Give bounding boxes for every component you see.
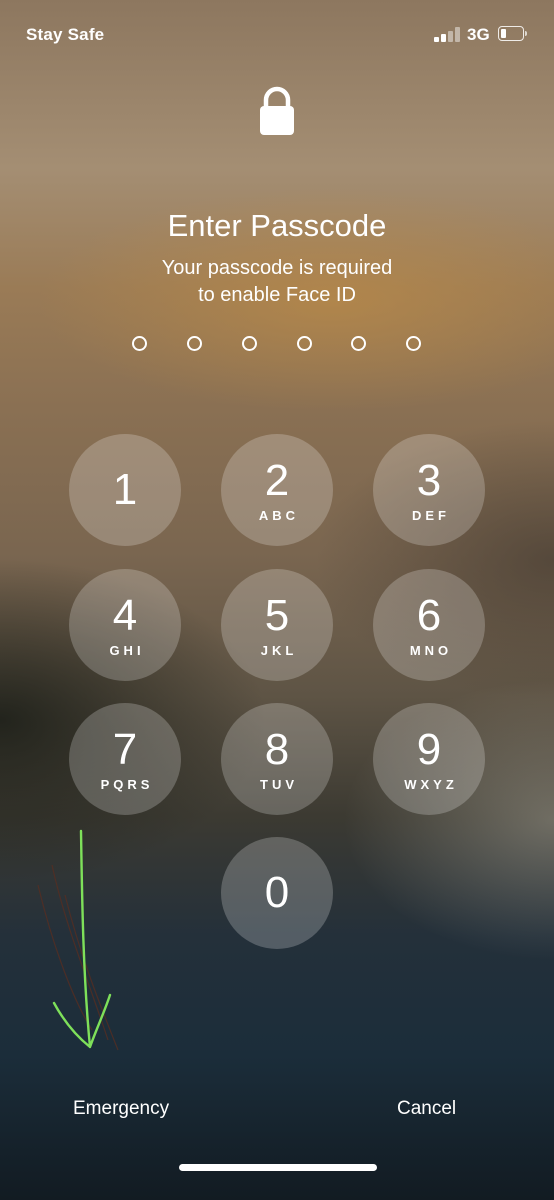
- passcode-dot: [297, 336, 312, 351]
- carrier-name: Stay Safe: [26, 25, 105, 44]
- passcode-dot: [351, 336, 366, 351]
- key-3[interactable]: 3 DEF: [373, 434, 485, 546]
- page-title: Enter Passcode: [167, 208, 387, 243]
- emergency-button[interactable]: Emergency: [73, 1098, 169, 1120]
- key-1[interactable]: 1: [69, 434, 181, 546]
- subtitle-line-1: Your passcode is required: [161, 257, 393, 279]
- status-bar: Stay Safe 3G: [0, 0, 554, 70]
- key-5[interactable]: 5 JKL: [221, 569, 333, 681]
- subtitle: Your passcode is required to enable Face…: [0, 255, 554, 309]
- key-4[interactable]: 4 GHI: [69, 569, 181, 681]
- passcode-dot: [132, 336, 147, 351]
- key-8[interactable]: 8 TUV: [221, 703, 333, 815]
- passcode-dot: [242, 336, 257, 351]
- drawn-arrow-annotation: [37, 829, 119, 1051]
- home-indicator[interactable]: [179, 1164, 377, 1171]
- key-7[interactable]: 7 PQRS: [69, 703, 181, 815]
- key-0[interactable]: 0: [221, 837, 333, 949]
- network-type: 3G: [467, 25, 490, 44]
- subtitle-line-2: to enable Face ID: [198, 284, 356, 306]
- key-9[interactable]: 9 WXYZ: [373, 703, 485, 815]
- key-6[interactable]: 6 MNO: [373, 569, 485, 681]
- passcode-dot: [406, 336, 421, 351]
- cancel-button[interactable]: Cancel: [397, 1098, 456, 1120]
- cellular-signal-icon: [434, 26, 462, 42]
- battery-icon: [498, 26, 528, 41]
- passcode-dot: [187, 336, 202, 351]
- lock-icon: [260, 86, 294, 135]
- key-2[interactable]: 2 ABC: [221, 434, 333, 546]
